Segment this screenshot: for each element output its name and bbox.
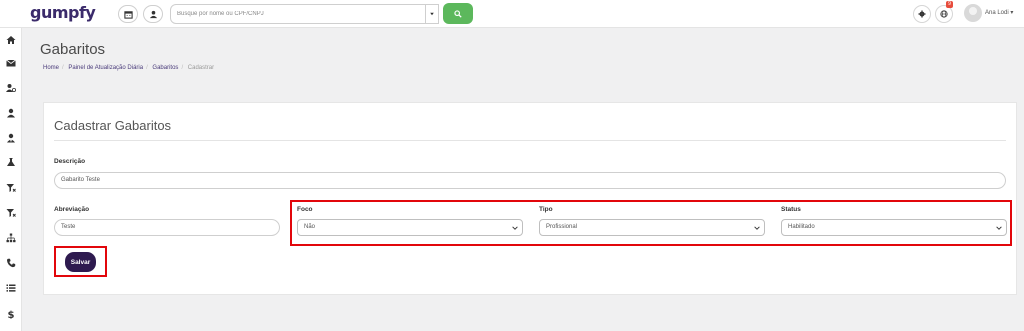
breadcrumb: Home / Painel de Atualização Diária / Gaba… bbox=[43, 65, 215, 71]
sidebar-item-home[interactable] bbox=[5, 34, 17, 46]
gear-icon bbox=[918, 10, 926, 18]
search-input[interactable] bbox=[170, 4, 426, 24]
home-icon bbox=[6, 36, 16, 44]
users-cog-icon bbox=[6, 84, 16, 92]
form-title: Cadastrar Gabaritos bbox=[54, 118, 172, 133]
highlight-box-selects bbox=[290, 200, 1012, 246]
search-dropdown-button[interactable] bbox=[425, 4, 439, 24]
sitemap-icon bbox=[6, 233, 16, 243]
notification-badge: 9 bbox=[946, 1, 953, 8]
divider bbox=[54, 140, 1006, 141]
sidebar-item-lab[interactable] bbox=[5, 156, 17, 168]
sidebar-item-filter-alt[interactable] bbox=[5, 207, 17, 219]
logo[interactable]: gumpfy bbox=[30, 3, 96, 22]
user-menu[interactable]: Ana Lodi ▾ bbox=[985, 9, 1013, 16]
search-icon bbox=[454, 9, 462, 18]
sidebar-item-filter[interactable] bbox=[5, 182, 17, 194]
breadcrumb-home[interactable]: Home bbox=[43, 65, 59, 71]
sidebar-item-user[interactable] bbox=[5, 107, 17, 119]
abreviacao-label: Abreviação bbox=[54, 206, 90, 213]
search-button[interactable] bbox=[443, 3, 473, 24]
sidebar-item-users-settings[interactable] bbox=[5, 82, 17, 94]
user-tie-icon bbox=[7, 133, 15, 143]
filter-alt-icon bbox=[6, 209, 16, 217]
page-title: Gabaritos bbox=[40, 41, 106, 58]
sidebar-item-list[interactable] bbox=[5, 282, 17, 294]
filter-icon bbox=[6, 184, 16, 192]
descricao-label: Descrição bbox=[54, 158, 86, 165]
avatar[interactable] bbox=[964, 4, 982, 22]
sidebar-item-user-tie[interactable] bbox=[5, 132, 17, 144]
descricao-field[interactable]: Gabarito Teste bbox=[54, 172, 1006, 189]
abreviacao-field[interactable]: Teste bbox=[54, 219, 280, 236]
user-icon bbox=[149, 10, 157, 18]
phone-icon bbox=[7, 258, 16, 268]
flask-icon bbox=[7, 158, 15, 166]
sidebar-item-phone[interactable] bbox=[5, 257, 17, 269]
sidebar: $ bbox=[0, 28, 22, 331]
settings-button[interactable] bbox=[913, 5, 931, 23]
dollar-icon: $ bbox=[8, 310, 15, 319]
save-button[interactable]: Salvar bbox=[65, 252, 96, 272]
user-button[interactable] bbox=[143, 5, 163, 23]
sidebar-item-sitemap[interactable] bbox=[5, 232, 17, 244]
caret-down-icon bbox=[430, 12, 434, 16]
envelope-icon bbox=[6, 59, 16, 67]
globe-icon bbox=[940, 10, 948, 18]
breadcrumb-current: Cadastrar bbox=[187, 65, 215, 71]
user-icon bbox=[7, 108, 15, 118]
calendar-icon bbox=[123, 10, 133, 19]
sidebar-item-finance[interactable]: $ bbox=[5, 308, 17, 320]
svg-text:$: $ bbox=[8, 310, 15, 319]
breadcrumb-gabaritos[interactable]: Gabaritos bbox=[152, 65, 178, 71]
form-card bbox=[43, 102, 1017, 295]
top-bar: gumpfy 9 Ana Lodi ▾ bbox=[0, 0, 1024, 28]
list-icon bbox=[6, 284, 16, 292]
sidebar-item-mail[interactable] bbox=[5, 57, 17, 69]
breadcrumb-painel[interactable]: Painel de Atualização Diária bbox=[68, 65, 143, 71]
calendar-button[interactable] bbox=[118, 5, 138, 23]
